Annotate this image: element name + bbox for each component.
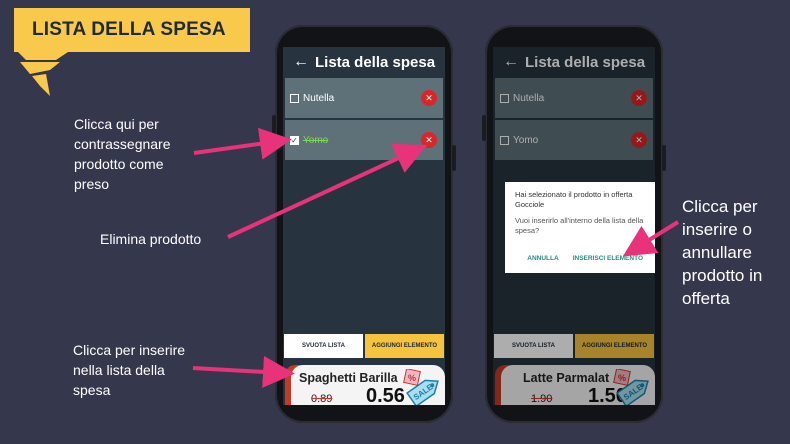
offer-product-name: Spaghetti Barilla: [299, 371, 398, 385]
phone-2: ← Lista della spesa Nutella ✕ Yomo ✕ SVU…: [482, 25, 666, 423]
app-bar: ← Lista della spesa: [283, 47, 445, 77]
list-item-label: Yomo: [303, 134, 329, 146]
close-icon[interactable]: ✕: [421, 90, 437, 106]
svg-text:%: %: [408, 373, 416, 383]
arrow-add-offer: [192, 355, 295, 388]
note-confirm-offer: Clicca per inserire o annullare prodotto…: [682, 197, 763, 308]
cancel-button[interactable]: ANNULLA: [527, 254, 558, 264]
arrow-check: [193, 127, 292, 160]
back-arrow-icon[interactable]: ←: [293, 53, 315, 71]
sale-tag-icon: SALE %: [403, 369, 439, 405]
list-item[interactable]: Nutella ✕: [285, 78, 443, 118]
add-item-button[interactable]: AGGIUNGI ELEMENTO: [365, 334, 444, 358]
action-bar: SVUOTA LISTA AGGIUNGI ELEMENTO: [283, 334, 445, 358]
dialog-message: Hai selezionato il prodotto in offerta G…: [515, 190, 633, 209]
list-item-label: Nutella: [303, 92, 335, 104]
offer-new-price: 0.56: [366, 385, 405, 405]
check-icon[interactable]: ✓: [290, 135, 299, 145]
offer-dialog: Hai selezionato il prodotto in offerta G…: [505, 182, 655, 273]
phone-1: ← Lista della spesa Nutella ✕ ✓ Yomo ✕ S…: [272, 25, 456, 423]
list-item[interactable]: ✓ Yomo ✕: [285, 120, 443, 160]
insert-item-button[interactable]: INSERISCI ELEMENTO: [573, 254, 643, 264]
note-check: Clicca qui per contrassegnare prodotto c…: [74, 116, 171, 192]
offer-card[interactable]: Spaghetti Barilla 0.89 0.56 SALE %: [283, 365, 445, 405]
app-title: Lista della spesa: [315, 53, 436, 71]
app-screen: ← Lista della spesa Nutella ✕ ✓ Yomo ✕ S…: [283, 47, 445, 405]
app-screen: ← Lista della spesa Nutella ✕ Yomo ✕ SVU…: [493, 47, 655, 405]
close-icon[interactable]: ✕: [421, 132, 437, 148]
page-title: LISTA DELLA SPESA: [14, 8, 250, 52]
checkbox[interactable]: [290, 93, 299, 103]
offer-old-price: 0.89: [311, 393, 333, 405]
dialog-question: Vuoi inserirlo all'interno della lista d…: [515, 216, 644, 235]
clear-list-button[interactable]: SVUOTA LISTA: [284, 334, 363, 358]
ribbon-icon: [18, 52, 68, 96]
note-add-offer: Clicca per inserire nella lista della sp…: [73, 342, 186, 398]
note-delete: Elimina prodotto: [100, 231, 202, 247]
